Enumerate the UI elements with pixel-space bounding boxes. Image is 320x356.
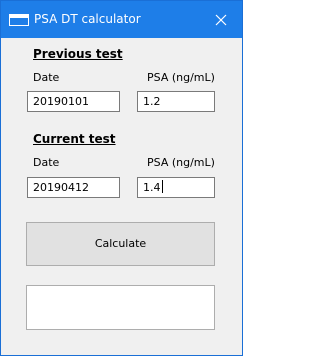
current-date-label: Date <box>33 156 60 169</box>
close-icon <box>215 14 227 26</box>
app-window: PSA DT calculator Previous test Date PSA… <box>0 0 243 356</box>
text-cursor <box>161 180 163 193</box>
current-psa-value: 1.4 <box>143 181 161 194</box>
previous-test-heading: Previous test <box>33 47 123 61</box>
close-button[interactable] <box>204 6 238 34</box>
current-test-heading: Current test <box>33 132 116 146</box>
result-output[interactable] <box>26 285 215 330</box>
calculate-button[interactable]: Calculate <box>26 222 215 266</box>
previous-date-label: Date <box>33 71 60 84</box>
previous-psa-label: PSA (ng/mL) <box>147 71 215 84</box>
previous-date-value: 20190101 <box>33 95 89 108</box>
current-psa-input[interactable]: 1.4 <box>137 177 215 198</box>
previous-date-input[interactable]: 20190101 <box>27 91 120 112</box>
current-date-input[interactable]: 20190412 <box>27 177 120 198</box>
current-psa-label: PSA (ng/mL) <box>147 156 215 169</box>
title-bar[interactable]: PSA DT calculator <box>1 1 242 38</box>
current-date-value: 20190412 <box>33 181 89 194</box>
previous-psa-value: 1.2 <box>143 95 161 108</box>
window-title: PSA DT calculator <box>34 12 141 26</box>
window-icon <box>9 14 29 26</box>
previous-psa-input[interactable]: 1.2 <box>137 91 215 112</box>
